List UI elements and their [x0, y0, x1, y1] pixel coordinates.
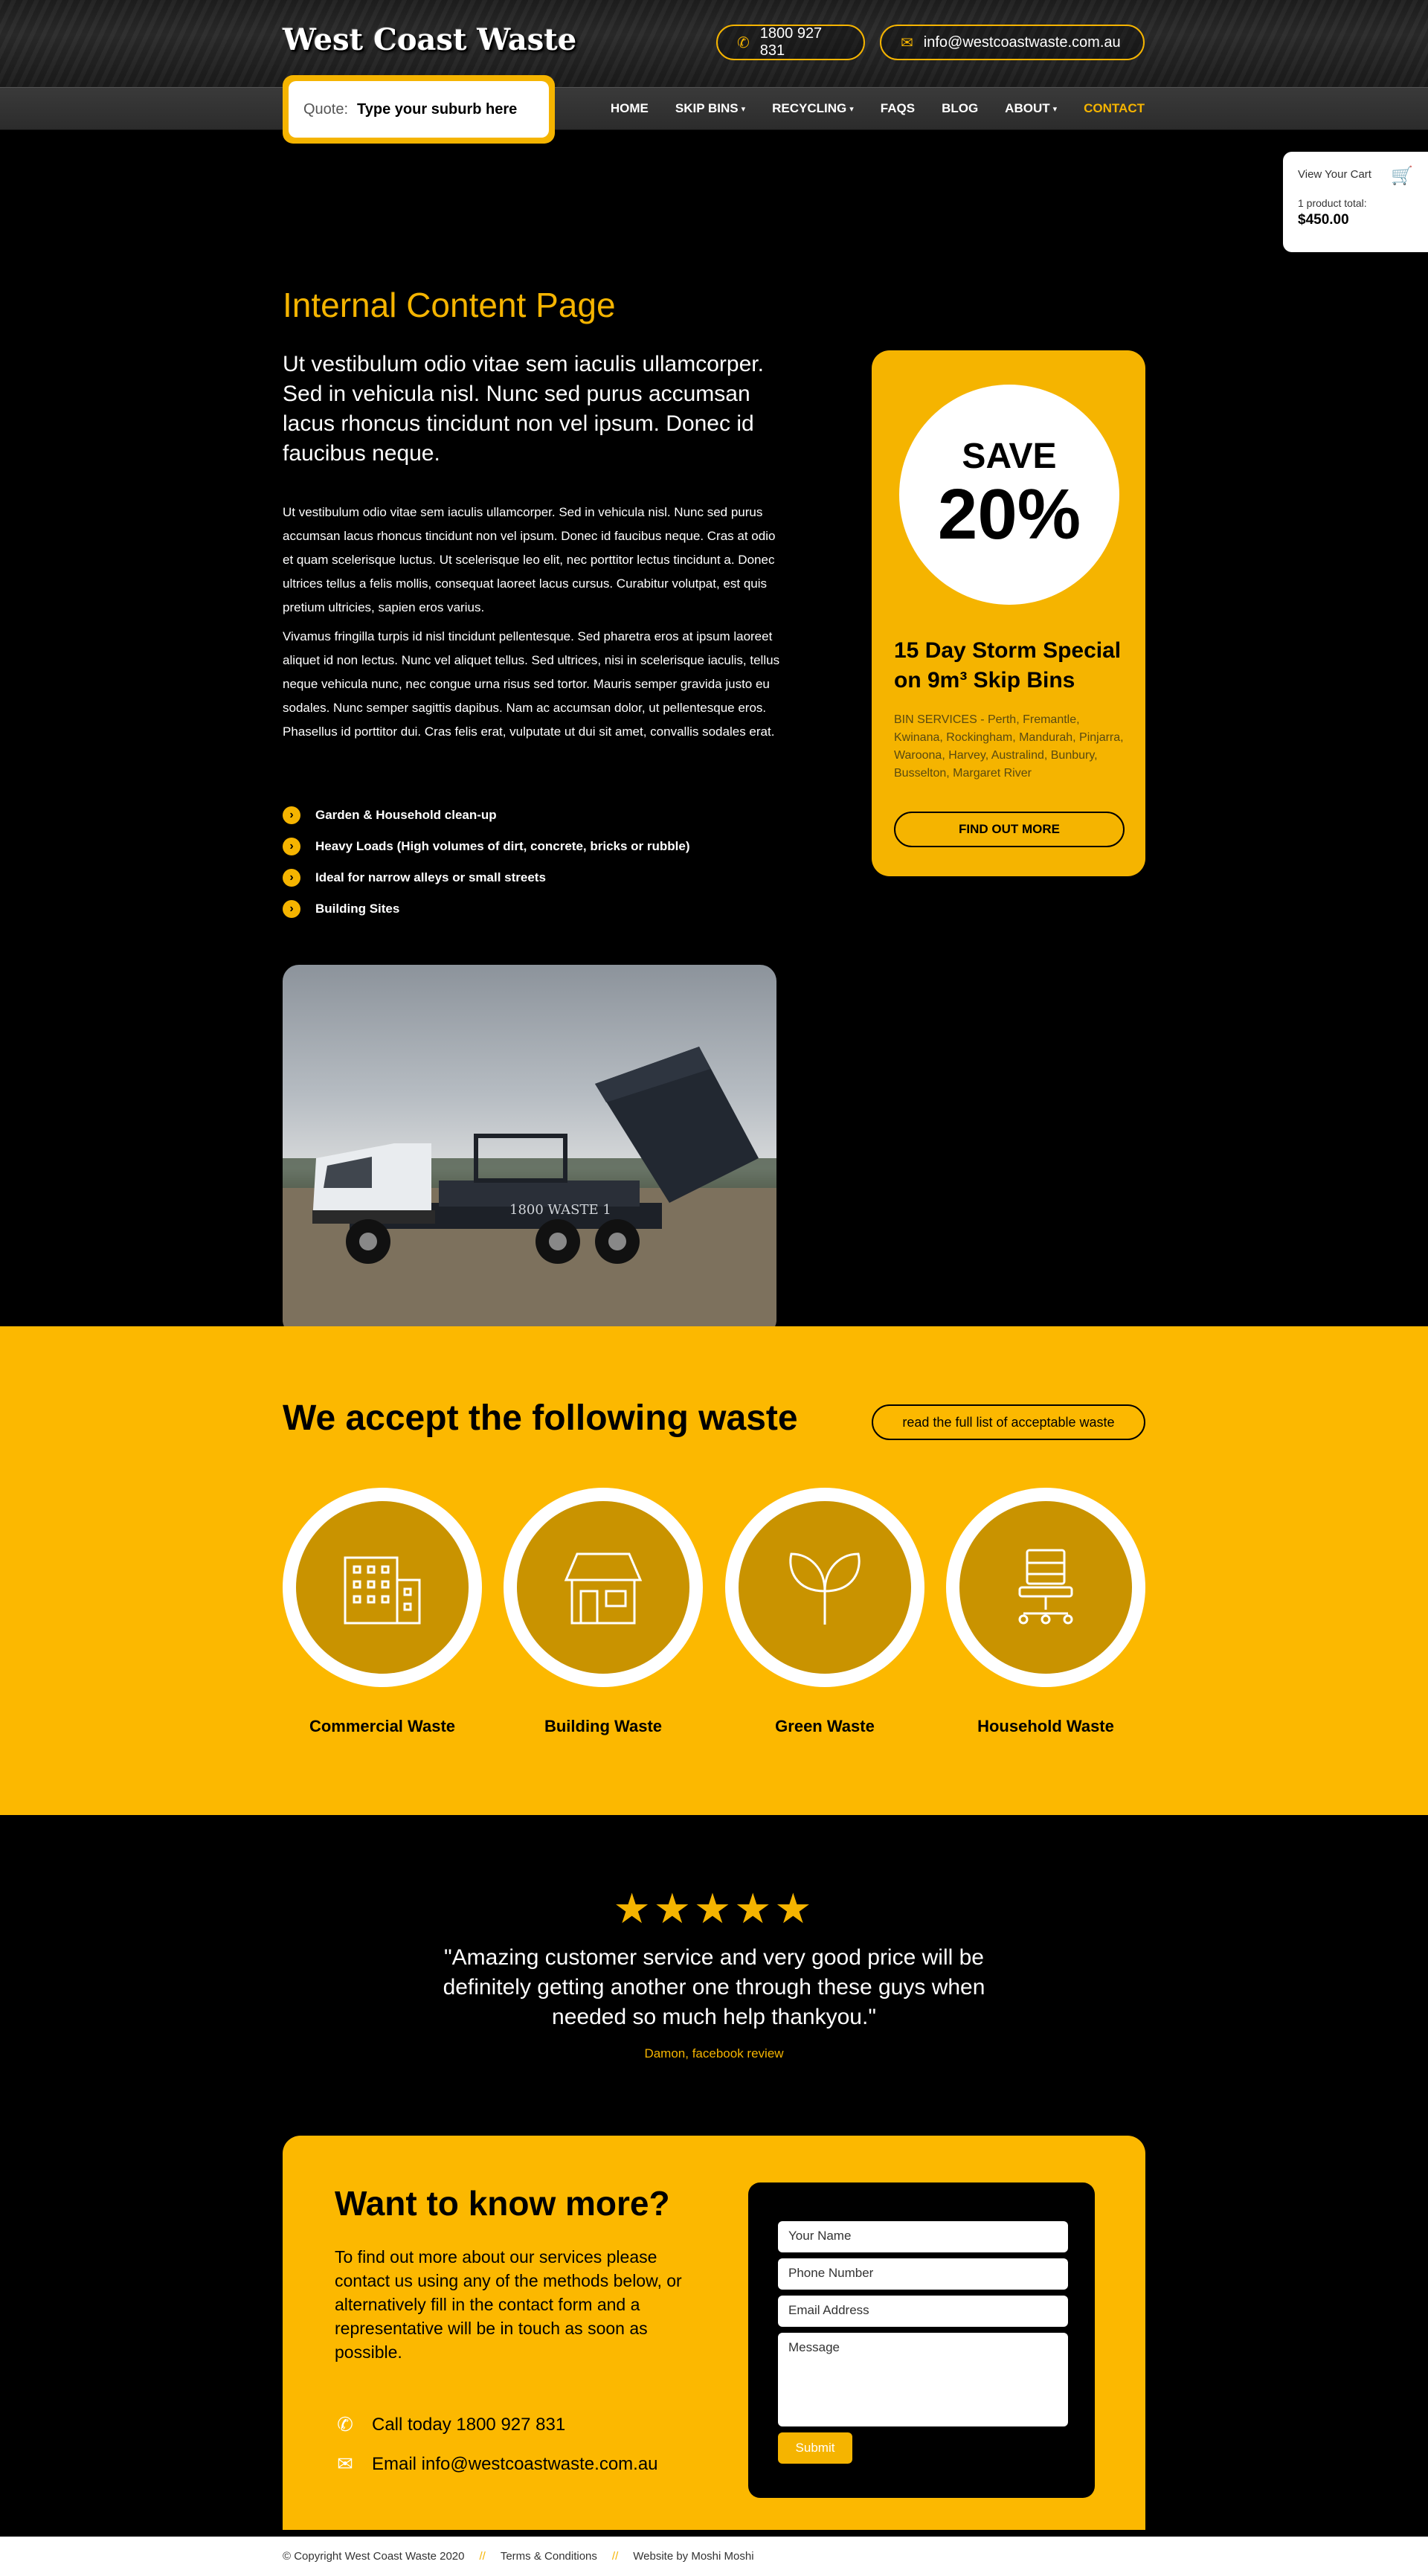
nav-recycling[interactable]: RECYCLING ▾ [772, 101, 854, 116]
chevron-down-icon: ▾ [1052, 104, 1058, 114]
list-item: › Building Sites [283, 893, 690, 925]
copyright-text: © Copyright West Coast Waste 2020 [283, 2550, 465, 2563]
save-badge: SAVE 20% [899, 385, 1119, 605]
promo-title: 15 Day Storm Special on 9m³ Skip Bins [894, 638, 1122, 693]
find-out-more-button[interactable]: FIND OUT MORE [894, 812, 1125, 847]
chevron-down-icon: ▾ [741, 104, 746, 114]
terms-link[interactable]: Terms & Conditions [501, 2550, 597, 2563]
site-footer: © Copyright West Coast Waste 2020 // Ter… [0, 2537, 1428, 2576]
body-paragraph-2: Vivamus fringilla turpis id nisl tincidu… [283, 629, 780, 739]
house-icon [564, 1552, 643, 1625]
promo-card: SAVE 20% 15 Day Storm Special on 9m³ Ski… [872, 350, 1145, 876]
nav-skip-bins[interactable]: SKIP BINS ▾ [675, 101, 745, 116]
nav-about[interactable]: ABOUT ▾ [1005, 101, 1057, 116]
email-field[interactable]: Email Address [778, 2296, 1068, 2327]
list-item: › Heavy Loads (High volumes of dirt, conc… [283, 831, 690, 862]
call-link[interactable]: ✆ Call today 1800 927 831 [335, 2413, 565, 2436]
phone-field[interactable]: Phone Number [778, 2258, 1068, 2290]
quote-label: Quote: [303, 100, 349, 118]
body-paragraph-1: Ut vestibulum odio vitae sem iaculis ull… [283, 505, 776, 614]
contact-section: Want to know more? To find out more abou… [283, 2136, 1145, 2530]
leaf-icon [789, 1552, 861, 1625]
acceptable-waste-link[interactable]: read the full list of acceptable waste [872, 1404, 1145, 1440]
waste-item-label: Commercial Waste [309, 1717, 456, 1735]
chair-icon [1018, 1549, 1073, 1625]
phone-icon: ✆ [737, 34, 750, 51]
phone-icon: ✆ [337, 2413, 353, 2435]
quote-placeholder: Type your suburb here [357, 100, 518, 118]
truck-illustration: 1800 WASTE 1 [283, 1047, 776, 1336]
header-email-button[interactable]: ✉ info@westcoastwaste.com.au [880, 25, 1145, 60]
header-phone-button[interactable]: ✆ 1800 927 831 [716, 25, 865, 60]
credit-link[interactable]: Website by Moshi Moshi [633, 2550, 753, 2563]
chevron-down-icon: ▾ [849, 104, 854, 114]
list-item: › Ideal for narrow alleys or small street… [283, 862, 690, 893]
save-percent: 20% [937, 475, 1081, 554]
main-nav: HOME SKIP BINS ▾ RECYCLING ▾ FAQS BLOG ABO… [611, 87, 1145, 130]
feature-list: › Garden & Household clean-up › Heavy Load… [283, 800, 690, 925]
quote-input[interactable]: Quote: Type your suburb here [289, 81, 549, 138]
footer-separator: // [611, 2550, 619, 2563]
accepted-waste-section: We accept the following waste read the f… [0, 1326, 1428, 1815]
nav-blog[interactable]: BLOG [942, 101, 978, 116]
waste-item-label: Green Waste [775, 1717, 875, 1735]
submit-button[interactable]: Submit [778, 2432, 852, 2464]
waste-section-title: We accept the following waste [283, 1398, 798, 1438]
name-field[interactable]: Your Name [778, 2221, 1068, 2252]
rating-stars: ★★★★★ [613, 1885, 815, 1932]
arrow-right-icon: › [283, 806, 300, 824]
waste-item-building[interactable]: Building Waste [504, 1488, 703, 1736]
arrow-right-icon: › [283, 900, 300, 918]
truck-side-text: 1800 WASTE 1 [509, 1202, 611, 1218]
waste-item-commercial[interactable]: Commercial Waste [283, 1488, 482, 1736]
quote-search-box: Quote: Type your suburb here [283, 75, 555, 144]
nav-home[interactable]: HOME [611, 101, 649, 116]
header-phone-text: 1800 927 831 [759, 25, 823, 59]
skip-bin-truck-image: 1800 WASTE 1 [283, 965, 776, 1336]
waste-item-label: Building Waste [544, 1717, 663, 1735]
lead-paragraph: Ut vestibulum odio vitae sem iaculis ull… [283, 352, 764, 466]
promo-description: BIN SERVICES - Perth, Fremantle, Kwinana… [894, 713, 1124, 780]
arrow-right-icon: › [283, 869, 300, 887]
waste-item-label: Household Waste [977, 1717, 1114, 1735]
building-icon [344, 1556, 421, 1625]
site-logo[interactable]: West Coast Waste [283, 22, 576, 57]
site-header: West Coast Waste ✆ 1800 927 831 ✉ info@w… [0, 0, 1428, 87]
email-link[interactable]: ✉ Email info@westcoastwaste.com.au [335, 2453, 657, 2476]
waste-item-household[interactable]: Household Waste [946, 1488, 1145, 1736]
testimonial-author: Damon, facebook review [644, 2046, 784, 2061]
envelope-icon: ✉ [901, 34, 913, 51]
envelope-icon: ✉ [337, 2453, 353, 2475]
nav-faqs[interactable]: FAQS [881, 101, 915, 116]
save-label: SAVE [962, 437, 1057, 476]
main-content: Internal Content Page Ut vestibulum odio… [0, 87, 1428, 1336]
contact-form: Your Name Phone Number Email Address Mes… [748, 2182, 1095, 2498]
footer-separator: // [479, 2550, 486, 2563]
page-title: Internal Content Page [283, 286, 616, 324]
testimonial-quote: "Amazing customer service and very good … [443, 1945, 985, 2029]
header-email-text: info@westcoastwaste.com.au [923, 33, 1121, 51]
message-field[interactable]: Message [778, 2333, 1068, 2426]
waste-item-green[interactable]: Green Waste [725, 1488, 924, 1736]
contact-text: To find out more about our services plea… [335, 2247, 682, 2362]
list-item: › Garden & Household clean-up [283, 800, 690, 831]
contact-title: Want to know more? [335, 2184, 670, 2223]
nav-contact[interactable]: CONTACT [1084, 101, 1145, 116]
arrow-right-icon: › [283, 838, 300, 855]
